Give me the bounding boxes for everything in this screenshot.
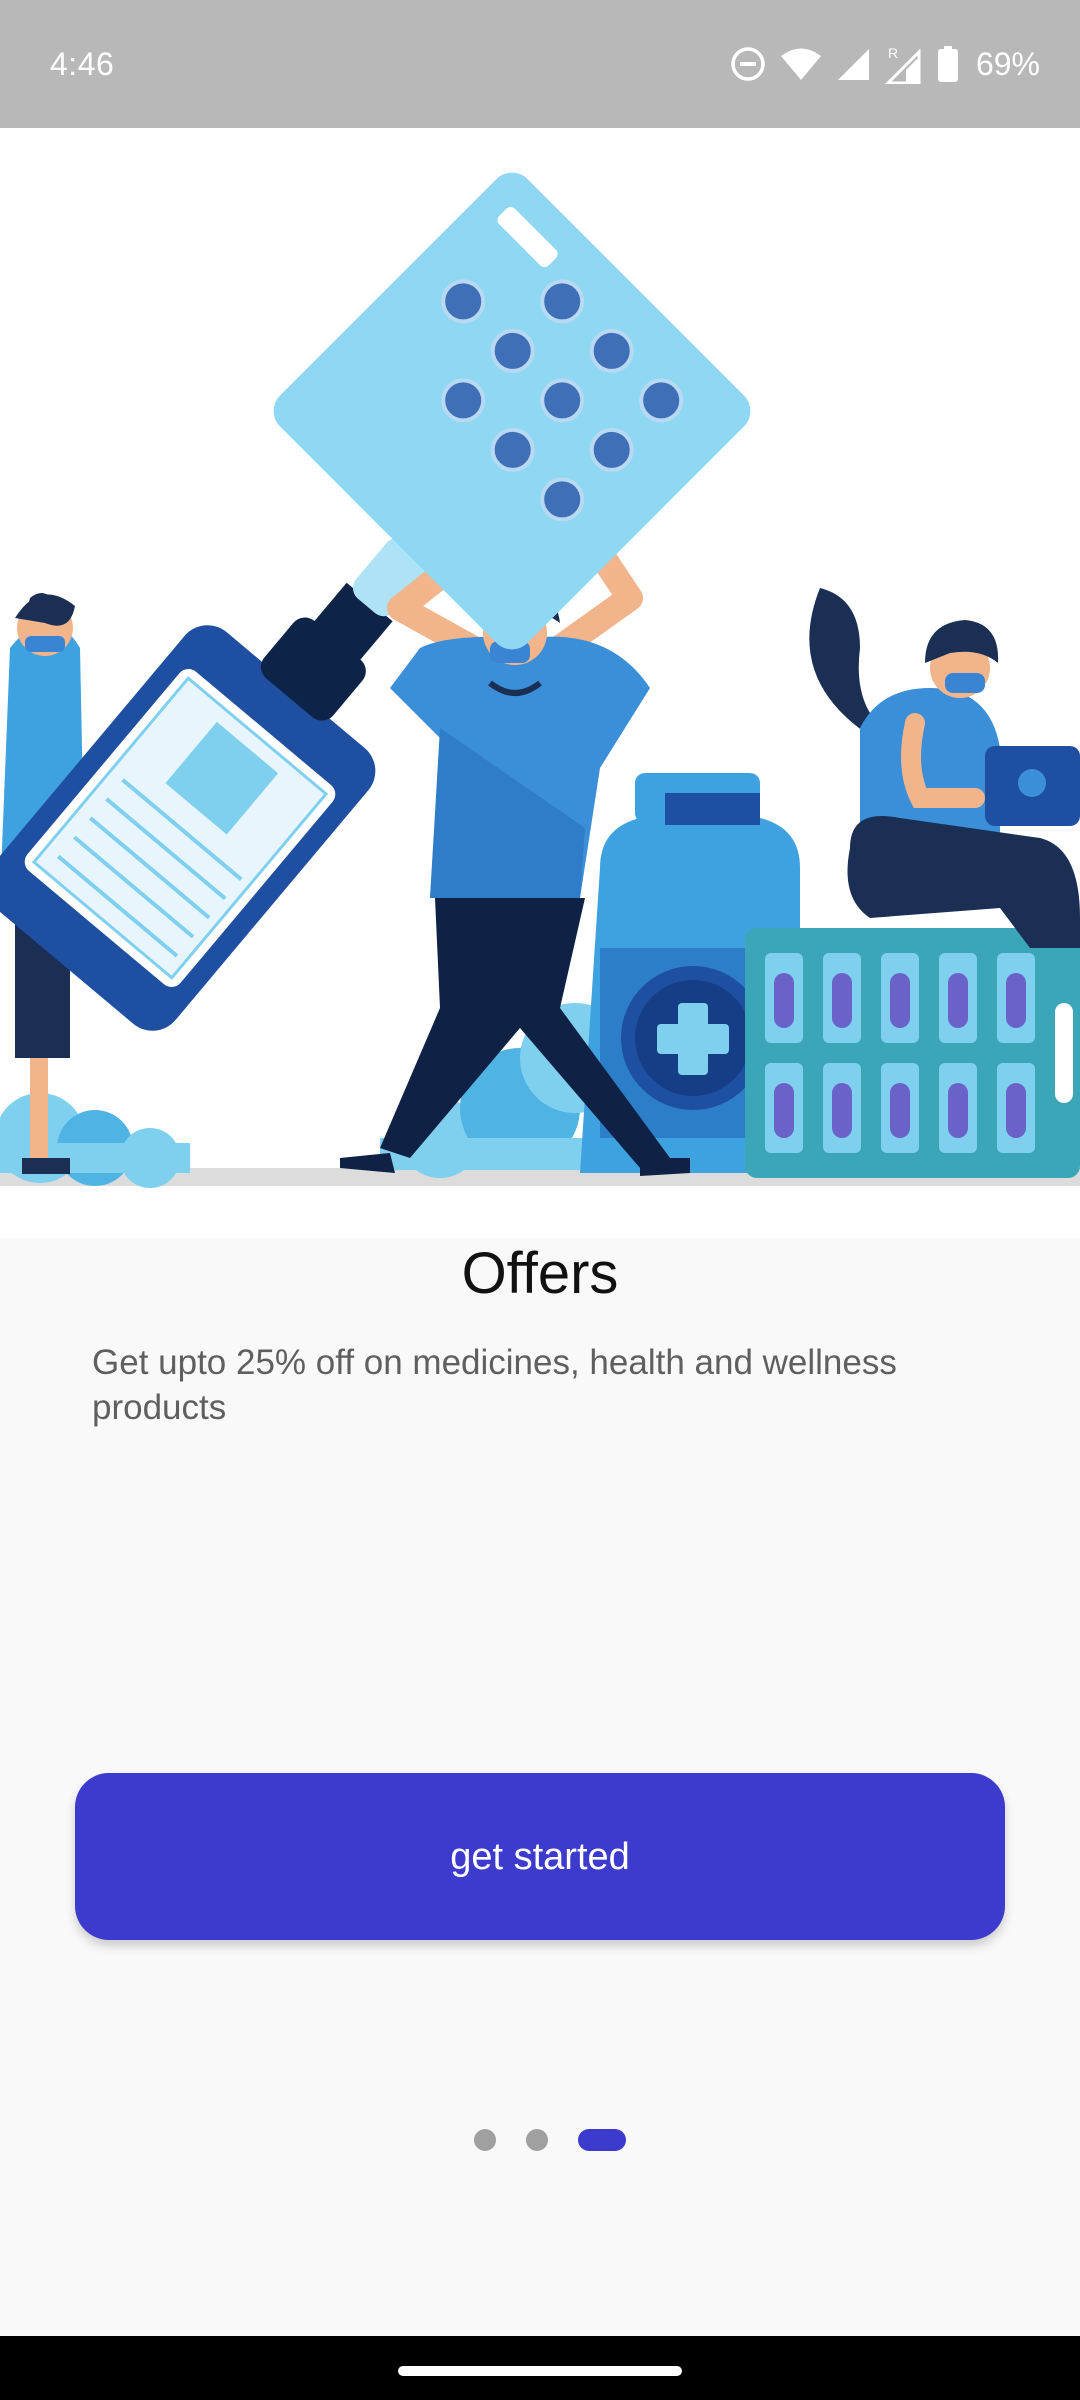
battery-icon xyxy=(937,46,958,82)
get-started-button[interactable]: get started xyxy=(75,1773,1005,1940)
page-dot-1[interactable] xyxy=(474,2129,496,2151)
pharmacy-offers-illustration xyxy=(0,128,1080,1238)
page-title: Offers xyxy=(461,1241,619,1306)
navigation-bar xyxy=(0,2336,1080,2400)
page-dot-3-active[interactable] xyxy=(578,2129,626,2151)
capsule-box xyxy=(745,928,1080,1178)
svg-text:R: R xyxy=(888,45,898,61)
onboarding-screen: 4:46 R 69% Offers Get upto 25% off on me… xyxy=(0,0,1080,2400)
status-bar: 4:46 R 69% xyxy=(0,0,1080,128)
signal-icon xyxy=(837,49,869,80)
status-icons: R 69% xyxy=(730,40,1040,88)
home-gesture-handle[interactable] xyxy=(398,2366,682,2376)
wifi-icon xyxy=(780,48,821,80)
battery-percentage: 69% xyxy=(975,46,1040,82)
pill-blister xyxy=(273,172,751,650)
page-indicator xyxy=(0,2128,1080,2152)
do-not-disturb-icon xyxy=(731,47,765,81)
page-dot-2[interactable] xyxy=(526,2129,548,2151)
status-time: 4:46 xyxy=(50,46,115,82)
offer-description: Get upto 25% off on medicines, health an… xyxy=(92,1343,897,1427)
signal-roaming-icon: R xyxy=(884,45,921,84)
woman-right xyxy=(809,588,1080,948)
